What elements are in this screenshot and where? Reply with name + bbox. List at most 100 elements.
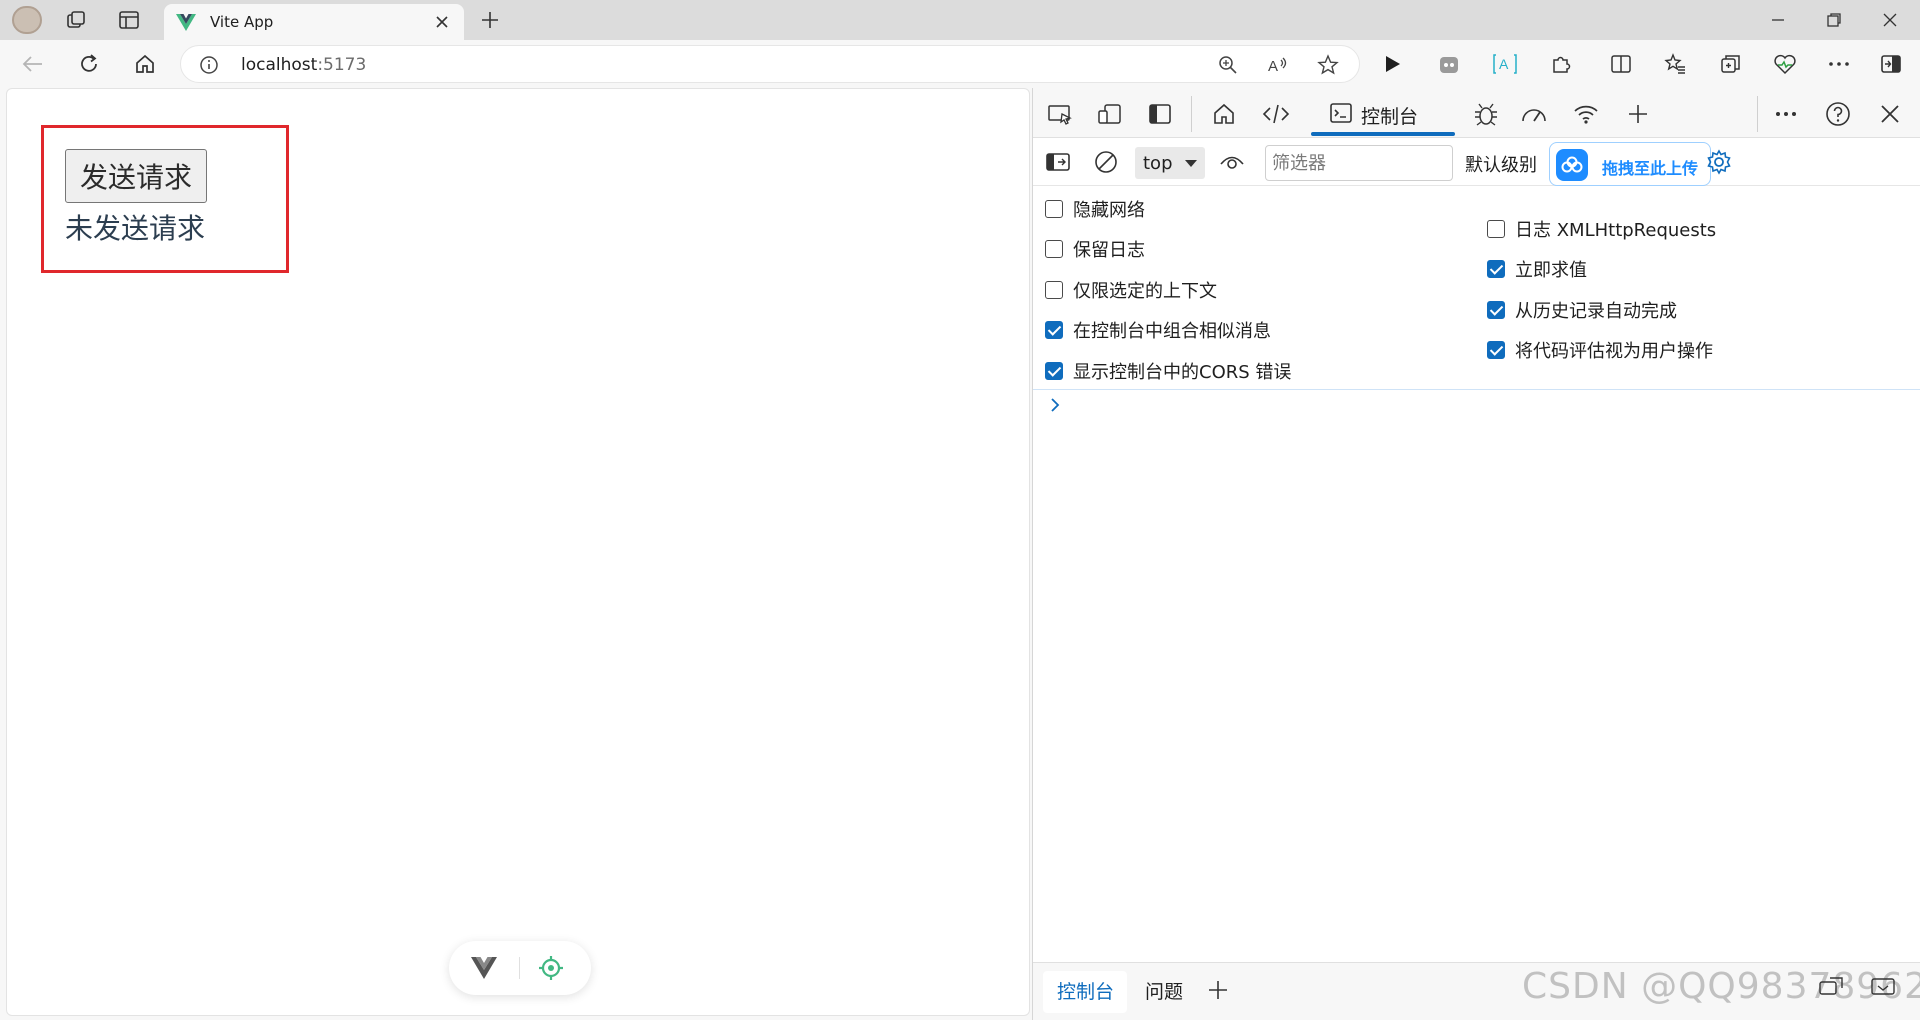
sidebar-toggle-icon[interactable] [1876, 50, 1906, 78]
setting-show-cors-errors[interactable]: 显示控制台中的CORS 错误 [1045, 358, 1291, 384]
elements-code-icon[interactable] [1261, 100, 1291, 128]
network-wifi-icon[interactable] [1571, 100, 1601, 128]
new-tab-icon[interactable] [476, 8, 504, 32]
dock-side-icon[interactable] [1145, 100, 1175, 128]
play-extension-icon[interactable] [1378, 50, 1408, 78]
checkbox[interactable] [1045, 200, 1063, 218]
setting-user-activation[interactable]: 将代码评估视为用户操作 [1487, 337, 1713, 363]
navigation-bar: localhost:5173 A A [0, 40, 1920, 88]
device-emulation-icon[interactable] [1095, 100, 1125, 128]
reload-icon[interactable] [74, 50, 104, 78]
toolbar-divider [519, 957, 520, 979]
drawer-add-tab-icon[interactable] [1207, 979, 1229, 1005]
setting-label: 保留日志 [1073, 240, 1145, 261]
console-filter-input[interactable] [1265, 145, 1453, 181]
setting-hide-network[interactable]: 隐藏网络 [1045, 196, 1145, 222]
setting-selected-context-only[interactable]: 仅限选定的上下文 [1045, 277, 1217, 303]
tab-console[interactable]: 控制台 [1311, 90, 1455, 136]
checkbox[interactable] [1045, 240, 1063, 258]
help-icon[interactable] [1823, 100, 1853, 128]
console-prompt-chevron-icon[interactable] [1049, 396, 1061, 418]
checkbox-checked[interactable] [1045, 321, 1063, 339]
tab-title: Vite App [210, 13, 274, 31]
welcome-home-icon[interactable] [1209, 100, 1239, 128]
browser-essentials-icon[interactable] [1770, 50, 1800, 78]
drawer-collapse-icon[interactable] [1870, 976, 1896, 1000]
restore-icon[interactable] [1804, 0, 1864, 40]
drawer-tab-console[interactable]: 控制台 [1057, 977, 1114, 1004]
home-icon[interactable] [130, 50, 160, 78]
checkbox[interactable] [1487, 220, 1505, 238]
setting-label: 显示控制台中的CORS 错误 [1073, 362, 1292, 383]
console-settings-gear-icon[interactable] [1705, 148, 1733, 180]
setting-label: 隐藏网络 [1073, 200, 1145, 221]
checkbox-checked[interactable] [1487, 341, 1505, 359]
checkbox[interactable] [1045, 281, 1063, 299]
context-selector[interactable]: top [1135, 147, 1205, 179]
url-port: :5173 [317, 55, 367, 75]
close-devtools-icon[interactable] [1875, 100, 1905, 128]
setting-group-similar[interactable]: 在控制台中组合相似消息 [1045, 317, 1271, 343]
svg-text:A: A [1268, 58, 1278, 75]
site-info-icon[interactable] [199, 55, 219, 79]
url-text[interactable]: localhost:5173 [241, 55, 366, 75]
live-expression-eye-icon[interactable] [1217, 148, 1247, 176]
toolbar-separator [1757, 96, 1758, 132]
checkbox-checked[interactable] [1487, 301, 1505, 319]
collections-icon[interactable] [1716, 50, 1746, 78]
extension-gray-icon[interactable] [1434, 50, 1464, 78]
workspaces-icon[interactable] [64, 8, 90, 32]
extensions-puzzle-icon[interactable] [1546, 50, 1576, 78]
close-tab-icon[interactable] [430, 10, 454, 34]
send-request-button[interactable]: 发送请求 [65, 149, 207, 203]
more-menu-icon[interactable] [1824, 50, 1854, 78]
drag-upload-badge[interactable]: 拖拽至此上传 [1549, 142, 1711, 186]
close-window-icon[interactable] [1860, 0, 1920, 40]
performance-gauge-icon[interactable] [1519, 100, 1549, 128]
show-sidebar-icon[interactable] [1043, 148, 1073, 176]
setting-preserve-log[interactable]: 保留日志 [1045, 236, 1145, 262]
setting-log-xhr[interactable]: 日志 XMLHttpRequests [1487, 216, 1716, 242]
log-level-selector[interactable]: 默认级别 [1465, 151, 1537, 177]
setting-eager-evaluation[interactable]: 立即求值 [1487, 256, 1587, 282]
setting-autocomplete-history[interactable]: 从历史记录自动完成 [1487, 297, 1677, 323]
toolbar-separator [1191, 96, 1192, 132]
back-arrow-icon[interactable] [18, 50, 48, 78]
browser-tab[interactable]: Vite App [164, 4, 464, 40]
request-status-text: 未发送请求 [65, 212, 206, 245]
setting-label: 在控制台中组合相似消息 [1073, 321, 1271, 342]
favorite-star-icon[interactable] [1315, 53, 1341, 77]
more-tools-plus-icon[interactable] [1623, 100, 1653, 128]
console-settings-pane: 隐藏网络 保留日志 仅限选定的上下文 在控制台中组合相似消息 显示控制台中的CO… [1033, 186, 1920, 390]
active-tab-indicator [1311, 132, 1455, 136]
console-toolbar: top 默认级别 拖拽至此上传 [1033, 138, 1920, 186]
url-host: localhost [241, 55, 318, 75]
address-bar[interactable]: localhost:5173 A [180, 45, 1360, 83]
vue-devtools-logo-icon[interactable] [471, 957, 497, 983]
inspect-element-icon[interactable] [1045, 100, 1075, 128]
devtools-more-icon[interactable] [1771, 100, 1801, 128]
profile-avatar[interactable] [12, 6, 42, 34]
tab-actions-icon[interactable] [116, 8, 142, 32]
browser-tab-strip: Vite App [0, 0, 1920, 40]
svg-text:A: A [1499, 56, 1509, 72]
favorites-list-icon[interactable] [1660, 50, 1690, 78]
sources-bug-icon[interactable] [1471, 100, 1501, 128]
clear-console-icon[interactable] [1091, 148, 1121, 176]
split-screen-icon[interactable] [1606, 50, 1636, 78]
read-aloud-icon[interactable]: A [1265, 53, 1291, 77]
checkbox-checked[interactable] [1045, 362, 1063, 380]
component-inspector-icon[interactable] [537, 954, 565, 986]
devtools-panel: 控制台 top 筛选器 默认级别 拖拽至此上传 隐藏网络 保留日志 仅限选定的上… [1032, 88, 1920, 1020]
drawer-tab-issues[interactable]: 问题 [1145, 977, 1183, 1004]
translate-extension-icon[interactable]: A [1490, 50, 1520, 78]
minimize-icon[interactable] [1748, 0, 1808, 40]
zoom-icon[interactable] [1215, 53, 1241, 77]
setting-label: 将代码评估视为用户操作 [1515, 341, 1713, 362]
console-icon [1329, 102, 1353, 128]
dropdown-arrow-icon [1185, 160, 1197, 167]
setting-label: 日志 XMLHttpRequests [1515, 220, 1717, 241]
checkbox-checked[interactable] [1487, 260, 1505, 278]
dock-undock-icon[interactable] [1818, 976, 1844, 1000]
vue-devtools-toolbar [449, 941, 591, 995]
